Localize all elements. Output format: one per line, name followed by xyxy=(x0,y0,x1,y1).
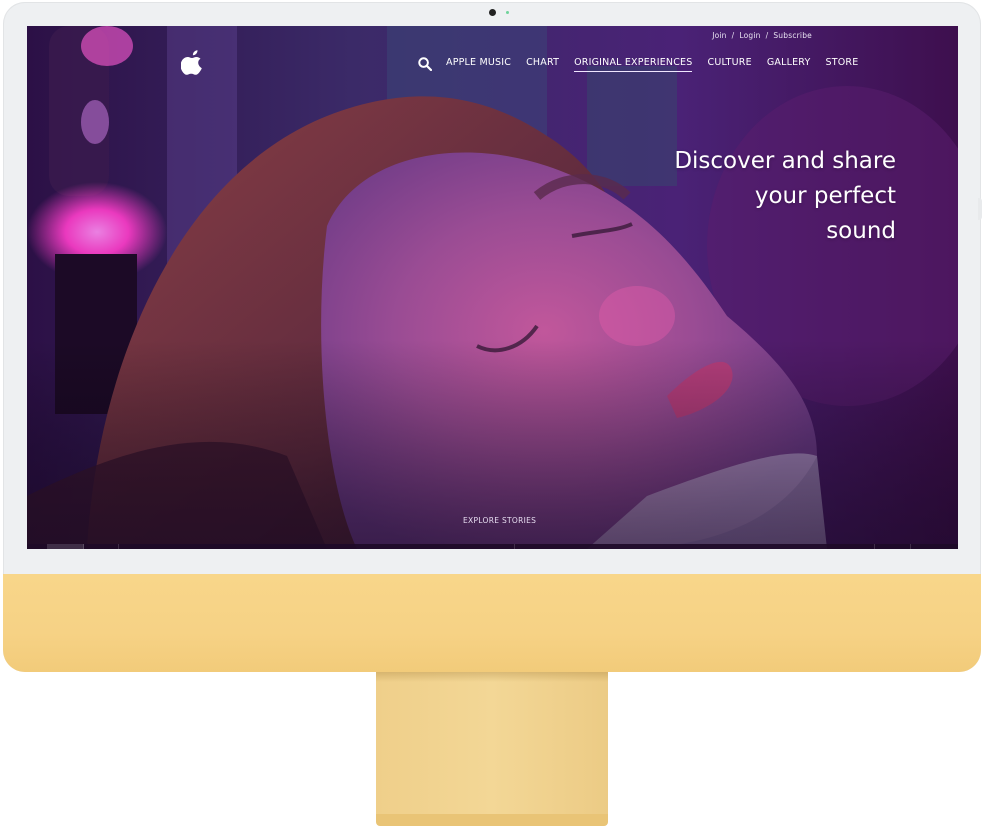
join-link[interactable]: Join xyxy=(712,31,726,40)
slide-indicator[interactable] xyxy=(83,544,119,549)
slide-indicator[interactable] xyxy=(874,544,911,549)
camera-icon xyxy=(489,9,496,16)
slide-indicator[interactable] xyxy=(118,544,515,549)
nav-item-gallery[interactable]: GALLERY xyxy=(767,57,811,72)
imac-stand-shadow xyxy=(376,672,608,682)
nav-item-apple-music[interactable]: APPLE MUSIC xyxy=(446,57,511,72)
nav-item-chart[interactable]: CHART xyxy=(526,57,559,72)
headline-line: sound xyxy=(826,218,896,244)
camera-indicator-light xyxy=(506,11,509,14)
imac-chin xyxy=(3,574,981,672)
subscribe-link[interactable]: Subscribe xyxy=(773,31,812,40)
headline-line: your perfect xyxy=(754,183,896,209)
login-link[interactable]: Login xyxy=(739,31,760,40)
account-separator: / xyxy=(731,31,735,40)
account-links: Join / Login / Subscribe xyxy=(712,31,812,40)
main-nav: APPLE MUSIC CHART ORIGINAL EXPERIENCES C… xyxy=(418,56,873,72)
imac-stand-foot xyxy=(376,814,608,826)
imac-device: Join / Login / Subscribe APPLE MUSIC CHART O… xyxy=(3,2,981,672)
search-icon[interactable] xyxy=(418,57,432,71)
slide-indicator[interactable] xyxy=(514,544,875,549)
slide-progress-bar xyxy=(27,544,958,549)
slide-indicator[interactable] xyxy=(47,544,84,549)
hero-headline: Discover and share your perfect sound xyxy=(636,144,896,249)
nav-item-original-experiences[interactable]: ORIGINAL EXPERIENCES xyxy=(574,57,693,72)
nav-item-culture[interactable]: CULTURE xyxy=(707,57,751,72)
nav-item-store[interactable]: STORE xyxy=(825,57,858,72)
headline-line: Discover and share xyxy=(674,148,896,174)
imac-stand xyxy=(376,672,608,818)
imac-side-button xyxy=(978,198,982,220)
screen: Join / Login / Subscribe APPLE MUSIC CHART O… xyxy=(27,26,958,549)
apple-logo-icon[interactable] xyxy=(181,48,205,76)
account-separator: / xyxy=(765,31,769,40)
explore-stories-link[interactable]: EXPLORE STORIES xyxy=(463,516,536,525)
hero-photo xyxy=(27,26,958,549)
